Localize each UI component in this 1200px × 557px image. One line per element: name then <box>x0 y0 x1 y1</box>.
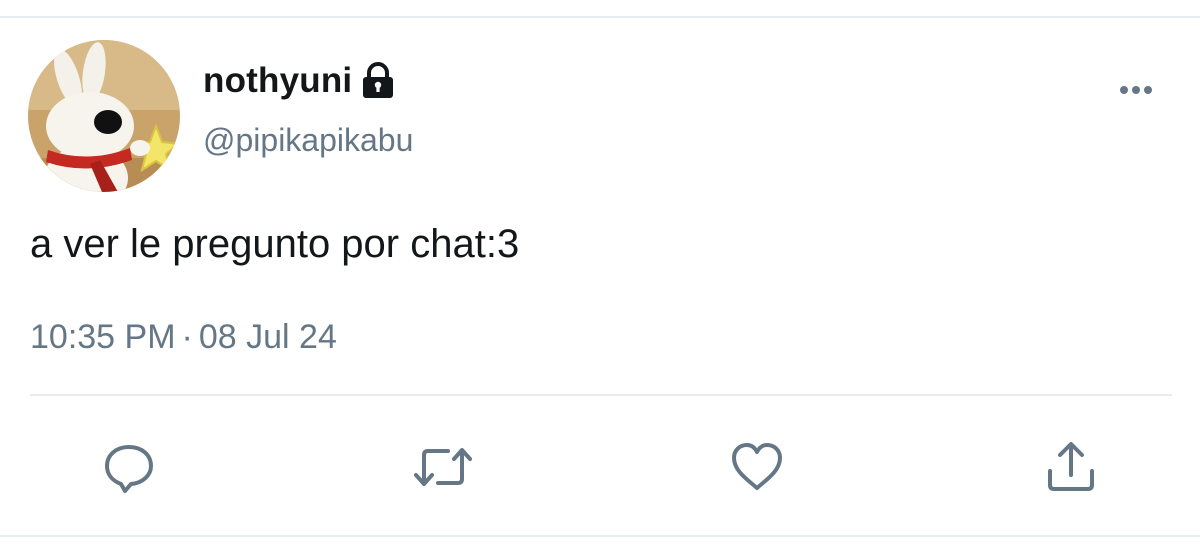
retweet-icon <box>414 448 472 486</box>
lock-icon <box>360 62 396 100</box>
tweet-date: 08 Jul 24 <box>198 318 337 356</box>
tweet-timestamp[interactable]: 10:35 PM · 08 Jul 24 <box>30 318 337 357</box>
like-button[interactable] <box>726 436 788 498</box>
avatar-image <box>28 40 180 192</box>
reply-bubble-icon <box>105 445 153 493</box>
meta-separator: · <box>181 318 193 356</box>
reply-button[interactable] <box>98 436 160 498</box>
display-name[interactable]: nothyuni <box>203 61 352 101</box>
heart-icon <box>732 443 782 490</box>
tweet-time: 10:35 PM <box>30 318 176 356</box>
actions-divider <box>30 394 1172 396</box>
share-button[interactable] <box>1040 436 1102 498</box>
more-horizontal-icon[interactable] <box>1112 76 1160 104</box>
share-upload-icon <box>1048 442 1094 491</box>
author-row: nothyuni <box>203 58 396 104</box>
top-divider <box>0 0 1200 18</box>
retweet-button[interactable] <box>412 436 474 498</box>
bottom-divider <box>0 535 1200 557</box>
user-handle[interactable]: @pipikapikabu <box>203 122 413 159</box>
tweet-text: a ver le pregunto por chat:3 <box>30 222 520 266</box>
avatar[interactable] <box>28 40 180 192</box>
